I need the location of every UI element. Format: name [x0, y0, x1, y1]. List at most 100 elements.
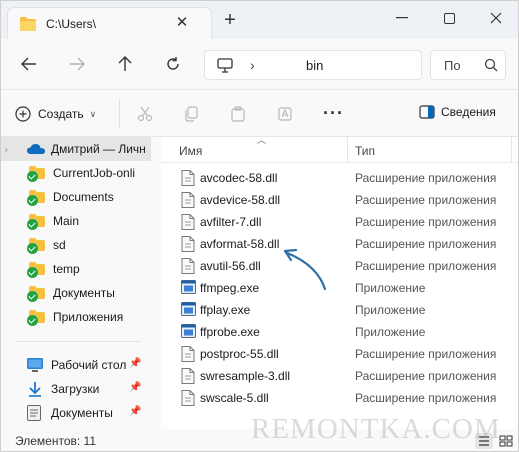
file-name: avutil-56.dll [200, 259, 261, 273]
dll-file-icon [181, 368, 195, 387]
desktop-icon [27, 358, 43, 372]
list-view-icon [479, 436, 489, 446]
monitor-icon [217, 58, 233, 76]
file-name: avformat-58.dll [200, 237, 280, 251]
folder-synced-icon [27, 261, 45, 278]
sidebar-item-temp[interactable]: temp [1, 257, 151, 281]
dll-file-icon [181, 258, 195, 277]
pin-icon[interactable]: 📌 [129, 358, 141, 369]
navigation-pane: › Дмитрий — Личн CurrentJob-onli Documen… [1, 137, 151, 429]
table-row[interactable]: postproc-55.dll Расширение приложения [161, 343, 518, 365]
column-type[interactable]: Тип [355, 144, 375, 158]
back-button[interactable] [17, 52, 41, 76]
new-tab-button[interactable]: + [218, 9, 242, 33]
table-row[interactable]: avdevice-58.dll Расширение приложения [161, 189, 518, 211]
chevron-right-icon[interactable]: › [250, 57, 255, 73]
sidebar-item-label: Рабочий стол [51, 358, 127, 372]
refresh-icon [167, 57, 179, 70]
copy-button[interactable] [181, 104, 201, 124]
dll-file-icon [181, 170, 195, 189]
sidebar-item-onedrive[interactable]: › Дмитрий — Личн [1, 137, 151, 161]
close-tab-icon[interactable]: ✕ [172, 13, 192, 33]
table-row[interactable]: swresample-3.dll Расширение приложения [161, 365, 518, 387]
up-button[interactable] [113, 52, 137, 76]
address-bar[interactable]: › bin [204, 50, 422, 80]
arrow-right-icon [70, 57, 85, 71]
sidebar-item-prilozheniya[interactable]: Приложения [1, 305, 151, 329]
file-name: ffmpeg.exe [200, 281, 260, 295]
navigation-bar: › bin По [1, 39, 518, 89]
dll-file-icon [181, 346, 195, 365]
file-name: postproc-55.dll [200, 347, 279, 361]
column-name[interactable]: Имя [179, 144, 202, 158]
folder-synced-icon [27, 165, 45, 182]
details-view-button[interactable] [475, 433, 493, 449]
sidebar-divider [15, 341, 141, 342]
file-name: avfilter-7.dll [200, 215, 262, 229]
onedrive-cloud-icon [27, 143, 45, 154]
search-box[interactable]: По [430, 50, 506, 80]
create-button[interactable]: Создать ∨ [15, 102, 96, 126]
file-type: Расширение приложения [355, 237, 497, 251]
address-segment-bin[interactable]: bin [306, 58, 323, 73]
folder-icon [20, 17, 36, 34]
column-resizer[interactable] [511, 137, 512, 163]
close-window-button[interactable] [473, 5, 518, 31]
table-row[interactable]: ffmpeg.exe Приложение [161, 277, 518, 299]
sidebar-item-label: CurrentJob-onli [53, 166, 136, 180]
rename-icon [278, 107, 292, 121]
sidebar-item-label: temp [53, 262, 80, 276]
sidebar-item-main[interactable]: Main [1, 209, 151, 233]
table-row[interactable]: avformat-58.dll Расширение приложения [161, 233, 518, 255]
sidebar-item-currentjob[interactable]: CurrentJob-onli [1, 161, 151, 185]
forward-button[interactable] [65, 52, 89, 76]
table-row[interactable]: avcodec-58.dll Расширение приложения [161, 167, 518, 189]
details-button[interactable]: Сведения [419, 105, 496, 119]
sidebar-item-label: Документы [51, 406, 113, 420]
pin-icon[interactable]: 📌 [129, 382, 141, 393]
sidebar-item-documents[interactable]: Documents [1, 185, 151, 209]
sidebar-item-dokumenty[interactable]: Документы [1, 281, 151, 305]
documents-icon [27, 405, 41, 421]
file-list: ︿ Имя Тип avcodec-58.dll Расширение прило… [161, 137, 518, 429]
sidebar-item-label: Documents [53, 190, 114, 204]
maximize-button[interactable] [426, 5, 472, 31]
table-row[interactable]: swscale-5.dll Расширение приложения [161, 387, 518, 409]
folder-synced-icon [27, 237, 45, 254]
more-options-button[interactable]: ··· [323, 103, 344, 124]
expand-chevron-icon[interactable]: › [5, 145, 27, 154]
rename-button[interactable] [276, 104, 296, 124]
column-resizer[interactable] [347, 137, 348, 163]
paste-button[interactable] [228, 104, 248, 124]
title-bar: C:\Users\ ✕ + [1, 1, 518, 39]
sidebar-item-documents-quick[interactable]: Документы 📌 [1, 401, 151, 425]
refresh-button[interactable] [161, 52, 185, 76]
cut-button[interactable] [135, 104, 155, 124]
search-input[interactable]: По [444, 58, 461, 73]
search-icon [484, 58, 498, 75]
sidebar-item-label: sd [53, 238, 66, 252]
table-row[interactable]: ffprobe.exe Приложение [161, 321, 518, 343]
table-row[interactable]: ffplay.exe Приложение [161, 299, 518, 321]
file-name: swscale-5.dll [200, 391, 269, 405]
file-type: Расширение приложения [355, 215, 497, 229]
tiles-view-button[interactable] [497, 433, 515, 449]
dll-file-icon [181, 214, 195, 233]
plus-circle-icon [15, 106, 31, 122]
paste-icon [231, 106, 245, 122]
arrow-left-icon [21, 57, 36, 71]
details-pane-icon [419, 105, 435, 119]
file-explorer-window: C:\Users\ ✕ + › bin По Создать ∨ ··· Све… [0, 0, 519, 452]
file-name: ffprobe.exe [200, 325, 260, 339]
pin-icon[interactable]: 📌 [129, 406, 141, 417]
tab-current[interactable]: C:\Users\ ✕ [7, 7, 212, 39]
table-row[interactable]: avfilter-7.dll Расширение приложения [161, 211, 518, 233]
item-count: Элементов: 11 [15, 434, 96, 448]
sidebar-item-sd[interactable]: sd [1, 233, 151, 257]
sidebar-item-downloads[interactable]: Загрузки 📌 [1, 377, 151, 401]
scissors-icon [137, 106, 153, 122]
table-row[interactable]: avutil-56.dll Расширение приложения [161, 255, 518, 277]
sidebar-item-desktop[interactable]: Рабочий стол 📌 [1, 353, 151, 377]
minimize-button[interactable] [379, 5, 425, 31]
exe-file-icon [181, 302, 196, 319]
